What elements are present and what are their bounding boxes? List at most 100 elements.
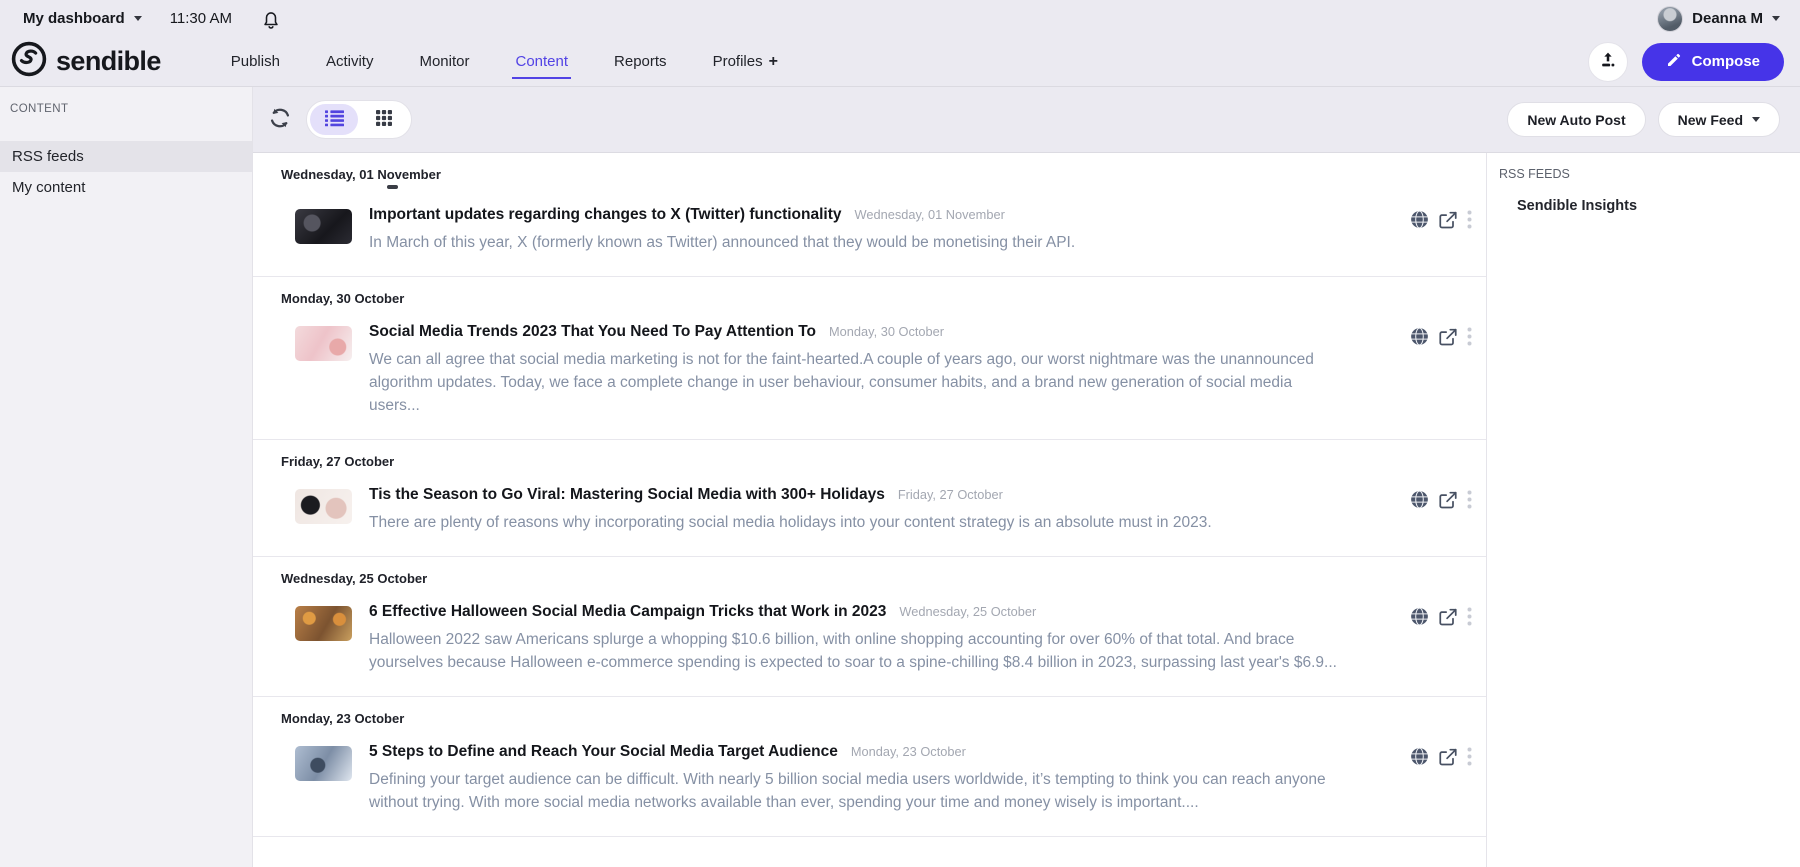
article-row: 5 Steps to Define and Reach Your Social … bbox=[253, 743, 1486, 814]
article-thumbnail[interactable] bbox=[295, 605, 352, 641]
article-title[interactable]: Tis the Season to Go Viral: Mastering So… bbox=[369, 486, 885, 504]
loading-dash bbox=[387, 185, 398, 189]
share-icon bbox=[1438, 327, 1458, 349]
article-excerpt: In March of this year, X (formerly known… bbox=[369, 233, 1076, 251]
nav-bar: sendible Publish Activity Monitor Content Re… bbox=[0, 37, 1800, 86]
article-date: Monday, 23 October bbox=[850, 743, 966, 759]
grid-view-button[interactable] bbox=[360, 104, 408, 135]
top-bar: My dashboard 11:30 AM Deanna M bbox=[0, 0, 1800, 37]
globe-icon bbox=[1410, 607, 1429, 629]
sidebar-item-rss-feeds[interactable]: RSS feeds bbox=[0, 141, 252, 172]
feed-date-group: Wednesday, 01 November Important updates… bbox=[253, 153, 1486, 277]
rss-feed-item-sendible-insights[interactable]: Sendible Insights bbox=[1497, 198, 1790, 214]
more-options-button[interactable] bbox=[1467, 747, 1472, 769]
sendible-logo-icon bbox=[10, 40, 48, 83]
open-source-button[interactable] bbox=[1410, 327, 1429, 349]
article-thumbnail[interactable] bbox=[295, 488, 352, 524]
refresh-button[interactable] bbox=[267, 105, 293, 134]
nav-tab-publish[interactable]: Publish bbox=[231, 37, 280, 86]
article-title[interactable]: 6 Effective Halloween Social Media Campa… bbox=[369, 603, 886, 621]
article-row: Important updates regarding changes to X… bbox=[253, 206, 1486, 254]
chevron-down-icon bbox=[1752, 117, 1760, 122]
sidebar-items: RSS feeds My content bbox=[0, 141, 252, 203]
date-group-articles: Social Media Trends 2023 That You Need T… bbox=[253, 323, 1486, 417]
share-button[interactable] bbox=[1438, 607, 1458, 629]
share-button[interactable] bbox=[1438, 747, 1458, 769]
article-date: Monday, 30 October bbox=[829, 323, 945, 339]
article-thumbnail[interactable] bbox=[295, 208, 352, 244]
nav-tab-activity[interactable]: Activity bbox=[326, 37, 374, 86]
article-row: Tis the Season to Go Viral: Mastering So… bbox=[253, 486, 1486, 534]
article-excerpt: We can all agree that social media marke… bbox=[369, 350, 1314, 414]
dashboard-label: My dashboard bbox=[23, 10, 125, 27]
rss-feeds-panel-title: RSS FEEDS bbox=[1499, 167, 1570, 181]
sidebar-item-my-content[interactable]: My content bbox=[0, 172, 252, 203]
more-options-button[interactable] bbox=[1467, 327, 1472, 349]
brand-logo[interactable]: sendible bbox=[10, 40, 161, 83]
globe-icon bbox=[1410, 490, 1429, 512]
brand-wordmark: sendible bbox=[56, 46, 161, 76]
upload-icon bbox=[1598, 50, 1618, 73]
nav-tab-content[interactable]: Content bbox=[512, 37, 571, 86]
upload-button[interactable] bbox=[1587, 41, 1628, 82]
kebab-menu-icon bbox=[1467, 490, 1472, 512]
nav-tab-monitor[interactable]: Monitor bbox=[419, 37, 469, 86]
grid-view-icon bbox=[376, 110, 392, 129]
chevron-down-icon bbox=[133, 16, 142, 21]
new-feed-button[interactable]: New Feed bbox=[1657, 102, 1780, 137]
article-actions bbox=[1410, 603, 1472, 629]
article-body: 5 Steps to Define and Reach Your Social … bbox=[369, 743, 1339, 814]
refresh-icon bbox=[267, 105, 293, 134]
globe-icon bbox=[1410, 747, 1429, 769]
plus-icon: + bbox=[768, 52, 778, 70]
nav-tab-reports[interactable]: Reports bbox=[614, 37, 667, 86]
article-row: 6 Effective Halloween Social Media Campa… bbox=[253, 603, 1486, 674]
feed-date-group: Wednesday, 25 October 6 Effective Hallow… bbox=[253, 557, 1486, 697]
nav-tab-label: Monitor bbox=[419, 53, 470, 70]
more-options-button[interactable] bbox=[1467, 490, 1472, 512]
share-button[interactable] bbox=[1438, 327, 1458, 349]
user-menu[interactable]: Deanna M bbox=[1657, 5, 1780, 32]
article-thumbnail[interactable] bbox=[295, 745, 352, 781]
article-title[interactable]: Social Media Trends 2023 That You Need T… bbox=[369, 323, 816, 341]
article-title[interactable]: 5 Steps to Define and Reach Your Social … bbox=[369, 743, 838, 761]
article-excerpt: Defining your target audience can be dif… bbox=[369, 770, 1326, 811]
article-actions bbox=[1410, 743, 1472, 769]
nav-tab-label: Content bbox=[515, 53, 569, 70]
open-source-button[interactable] bbox=[1410, 490, 1429, 512]
article-title[interactable]: Important updates regarding changes to X… bbox=[369, 206, 842, 224]
share-icon bbox=[1438, 490, 1458, 512]
open-source-button[interactable] bbox=[1410, 747, 1429, 769]
date-group-articles: 6 Effective Halloween Social Media Campa… bbox=[253, 603, 1486, 674]
list-view-icon bbox=[324, 109, 344, 130]
globe-icon bbox=[1410, 327, 1429, 349]
share-button[interactable] bbox=[1438, 490, 1458, 512]
article-actions bbox=[1410, 323, 1472, 349]
date-header: Monday, 30 October bbox=[281, 290, 405, 306]
more-options-button[interactable] bbox=[1467, 210, 1472, 232]
article-body: 6 Effective Halloween Social Media Campa… bbox=[369, 603, 1339, 674]
dashboard-selector[interactable]: My dashboard bbox=[23, 10, 142, 27]
chevron-down-icon bbox=[1772, 16, 1780, 21]
view-toggle bbox=[306, 100, 412, 139]
article-date: Wednesday, 25 October bbox=[899, 603, 1037, 619]
article-excerpt: There are plenty of reasons why incorpor… bbox=[369, 513, 1212, 531]
nav-tab-label: Publish bbox=[230, 53, 280, 70]
date-header: Monday, 23 October bbox=[281, 710, 405, 726]
notifications-bell-icon[interactable] bbox=[260, 8, 282, 30]
article-body: Important updates regarding changes to X… bbox=[369, 206, 1075, 254]
article-body: Social Media Trends 2023 That You Need T… bbox=[369, 323, 1339, 417]
more-options-button[interactable] bbox=[1467, 607, 1472, 629]
new-auto-post-button[interactable]: New Auto Post bbox=[1507, 102, 1646, 137]
compose-button[interactable]: Compose bbox=[1641, 42, 1784, 81]
share-button[interactable] bbox=[1438, 210, 1458, 232]
article-date: Wednesday, 01 November bbox=[854, 206, 1005, 222]
list-view-button[interactable] bbox=[310, 104, 358, 135]
article-feed: Wednesday, 01 November Important updates… bbox=[253, 153, 1487, 867]
share-icon bbox=[1438, 747, 1458, 769]
open-source-button[interactable] bbox=[1410, 607, 1429, 629]
open-source-button[interactable] bbox=[1410, 210, 1429, 232]
article-thumbnail[interactable] bbox=[295, 325, 352, 361]
feed-date-group: Monday, 23 October 5 Steps to Define and… bbox=[253, 697, 1486, 837]
nav-tab-profiles[interactable]: Profiles + bbox=[713, 37, 778, 86]
